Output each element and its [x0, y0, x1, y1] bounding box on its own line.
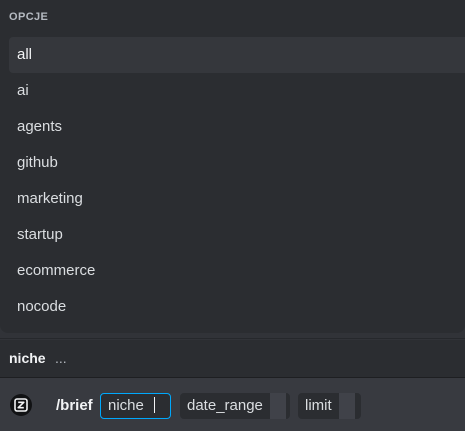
command-name: /brief [56, 397, 93, 414]
option-ecommerce[interactable]: ecommerce [9, 253, 465, 289]
param-date-range-pill[interactable]: date_range [180, 393, 290, 419]
options-list: all ai agents github marketing startup e… [9, 37, 465, 325]
param-limit-pill[interactable]: limit [298, 393, 361, 419]
options-header: OPCJE [9, 11, 49, 23]
option-ai[interactable]: ai [9, 73, 465, 109]
param-date-range-value[interactable] [269, 393, 286, 419]
option-all[interactable]: all [9, 37, 465, 73]
param-niche-value[interactable] [150, 394, 167, 418]
param-limit-value[interactable] [338, 393, 355, 419]
command-input-row[interactable]: /brief niche date_range limit [0, 378, 465, 431]
param-hint-row: niche ... [0, 340, 465, 378]
param-hint-description: ... [55, 350, 67, 366]
divider [0, 338, 465, 339]
slash-command-ui: OPCJE all ai agents github marketing sta… [0, 0, 465, 431]
param-niche-pill[interactable]: niche [100, 393, 171, 419]
option-nocode[interactable]: nocode [9, 289, 465, 325]
param-hint-name: niche [9, 350, 46, 366]
option-github[interactable]: github [9, 145, 465, 181]
text-caret [153, 397, 155, 413]
option-marketing[interactable]: marketing [9, 181, 465, 217]
bot-app-icon [10, 394, 32, 416]
param-niche-label: niche [108, 397, 144, 414]
option-startup[interactable]: startup [9, 217, 465, 253]
param-limit-label: limit [305, 397, 332, 414]
option-agents[interactable]: agents [9, 109, 465, 145]
bot-logo-icon [14, 398, 28, 412]
autocomplete-options-popup: OPCJE all ai agents github marketing sta… [0, 0, 465, 333]
param-date-range-label: date_range [187, 397, 263, 414]
